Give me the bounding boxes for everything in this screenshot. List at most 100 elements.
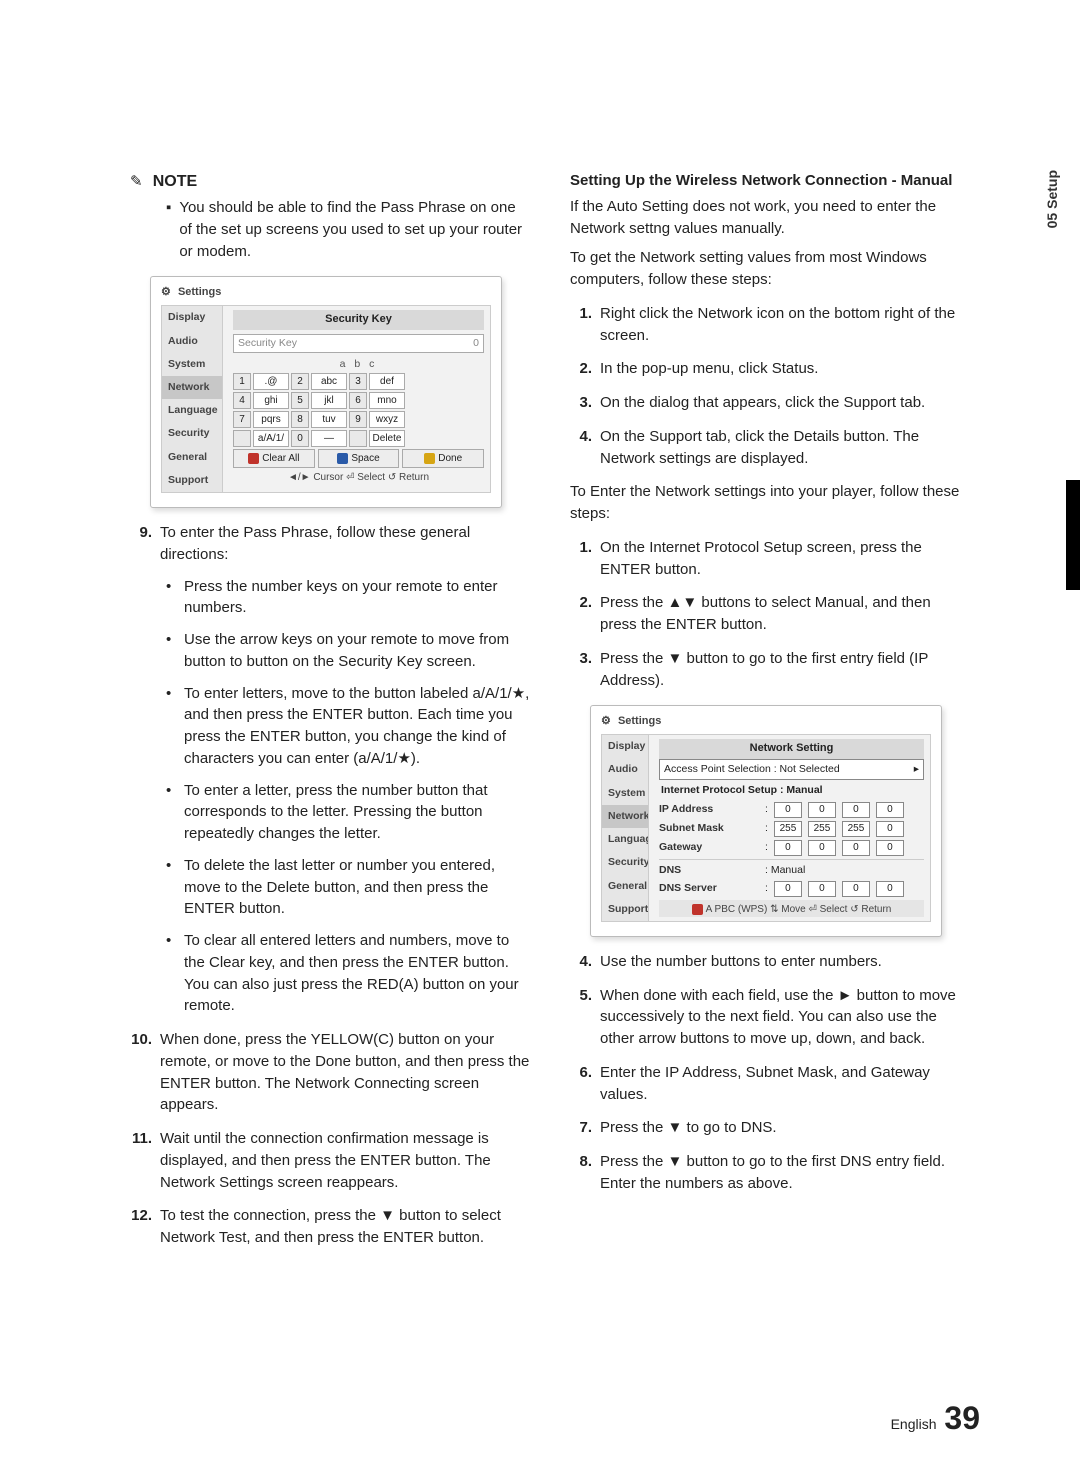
keypad-key <box>349 430 367 447</box>
keypad-key: Delete <box>369 430 405 447</box>
keypad-key: jkl <box>311 392 347 409</box>
ip-label: IP Address <box>659 802 759 817</box>
step-text: Enter the IP Address, Subnet Mask, and G… <box>600 1062 970 1106</box>
ips-label: Internet Protocol Setup : Manual <box>661 783 922 798</box>
osd-security-key: ⚙ Settings Display Audio System Network … <box>150 276 502 508</box>
step-number: 11. <box>130 1128 152 1193</box>
gw-label: Gateway <box>659 840 759 855</box>
step-number: 6. <box>570 1062 592 1106</box>
sidebar-item: System <box>162 353 222 376</box>
osd-panel-title: Security Key <box>233 310 484 330</box>
step-text: Press the ▼ button to go to the first DN… <box>600 1151 970 1195</box>
keypad-key: wxyz <box>369 411 405 428</box>
step-number: 5. <box>570 985 592 1050</box>
step-text: Press the ▼ button to go to the first en… <box>600 648 970 692</box>
osd-helpbar: ◄/► Cursor ⏎ Select ↺ Return <box>233 468 484 486</box>
sidebar-item: Network <box>602 805 648 828</box>
footer-language: English <box>891 1416 937 1432</box>
chevron-right-icon: ▸ <box>914 762 919 777</box>
sub-step: Use the arrow keys on your remote to mov… <box>184 629 530 673</box>
sidebar-item: General <box>602 875 648 898</box>
ip-octet: 0 <box>842 840 870 856</box>
keypad-key: — <box>311 430 347 447</box>
sidebar-item: Language <box>602 828 648 851</box>
security-key-input: Security Key 0 <box>233 334 484 353</box>
ip-octet: 255 <box>808 821 836 837</box>
keypad-key: 4 <box>233 392 251 409</box>
keypad-key: abc <box>311 373 347 390</box>
keypad-key: ghi <box>253 392 289 409</box>
side-tab: 05 Setup <box>1044 170 1060 228</box>
input-placeholder: Security Key <box>238 336 297 351</box>
sidebar-item: Display <box>602 735 648 758</box>
sidebar-item: Audio <box>602 758 648 781</box>
note-label: NOTE <box>153 173 197 190</box>
keypad-key: mno <box>369 392 405 409</box>
clear-all-button: Clear All <box>233 449 315 468</box>
step-text: Press the ▲▼ buttons to select Manual, a… <box>600 592 970 636</box>
keypad-key: 5 <box>291 392 309 409</box>
ip-octet: 0 <box>842 881 870 897</box>
sidebar-item: Security <box>602 851 648 874</box>
sub-step: Press the number keys on your remote to … <box>184 576 530 620</box>
keypad-key: 3 <box>349 373 367 390</box>
osd-helpbar: A PBC (WPS) ⇅ Move ⏎ Select ↺ Return <box>659 900 924 918</box>
keypad-key: .@ <box>253 373 289 390</box>
osd-network-setting: ⚙ Settings Display Audio System Network … <box>590 705 942 937</box>
blue-chip-icon <box>337 453 348 464</box>
ip-octet: 0 <box>808 802 836 818</box>
keypad-key: 0 <box>291 430 309 447</box>
dns-value: : Manual <box>765 863 805 878</box>
sidebar-item: Security <box>162 422 222 445</box>
step-text: Press the ▼ to go to DNS. <box>600 1117 777 1139</box>
keypad-key: def <box>369 373 405 390</box>
sub-step: To enter a letter, press the number butt… <box>184 780 530 845</box>
sm-label: Subnet Mask <box>659 821 759 836</box>
abc-indicator: a b c <box>233 357 484 372</box>
step-text: Right click the Network icon on the bott… <box>600 303 970 347</box>
step-number: 4. <box>570 426 592 470</box>
keypad-key <box>233 430 251 447</box>
page-footer: English 39 <box>891 1400 980 1437</box>
ip-octet: 255 <box>842 821 870 837</box>
sub-step: To delete the last letter or number you … <box>184 855 530 920</box>
step-number: 1. <box>570 537 592 581</box>
osd-settings-label: Settings <box>618 715 661 727</box>
step-number: 9. <box>130 522 152 566</box>
osd-sidebar: Display Audio System Network Language Se… <box>162 306 223 492</box>
keypad-key: 1 <box>233 373 251 390</box>
sidebar-item: Support <box>602 898 648 921</box>
bullet-square: ▪ <box>166 197 171 262</box>
red-chip-icon <box>692 904 703 915</box>
ip-octet: 0 <box>842 802 870 818</box>
note-heading: ✎ NOTE <box>130 170 530 193</box>
step-number: 2. <box>570 592 592 636</box>
ip-octet: 0 <box>808 881 836 897</box>
paragraph: If the Auto Setting does not work, you n… <box>570 196 970 240</box>
sidebar-item: Network <box>162 376 222 399</box>
step-number: 7. <box>570 1117 592 1139</box>
step-text: To test the connection, press the ▼ butt… <box>160 1205 530 1249</box>
ip-octet: 0 <box>774 802 802 818</box>
ip-octet: 0 <box>774 840 802 856</box>
thumb-index <box>1066 480 1080 590</box>
note-icon: ✎ <box>130 173 143 190</box>
osd-settings-label: Settings <box>178 286 221 298</box>
gear-icon: ⚙ <box>601 714 611 730</box>
step-number: 2. <box>570 358 592 380</box>
step-number: 3. <box>570 392 592 414</box>
sidebar-item: Support <box>162 469 222 492</box>
ip-octet: 0 <box>774 881 802 897</box>
step-number: 12. <box>130 1205 152 1249</box>
dns-label: DNS <box>659 863 759 878</box>
step-text: On the Internet Protocol Setup screen, p… <box>600 537 970 581</box>
sidebar-item: System <box>602 782 648 805</box>
sidebar-item: General <box>162 446 222 469</box>
sidebar-item: Language <box>162 399 222 422</box>
ip-octet: 0 <box>808 840 836 856</box>
step-number: 3. <box>570 648 592 692</box>
step-text: To enter the Pass Phrase, follow these g… <box>160 522 530 566</box>
sub-step: To enter letters, move to the button lab… <box>184 683 530 770</box>
sidebar-item: Audio <box>162 330 222 353</box>
keypad-key: 7 <box>233 411 251 428</box>
